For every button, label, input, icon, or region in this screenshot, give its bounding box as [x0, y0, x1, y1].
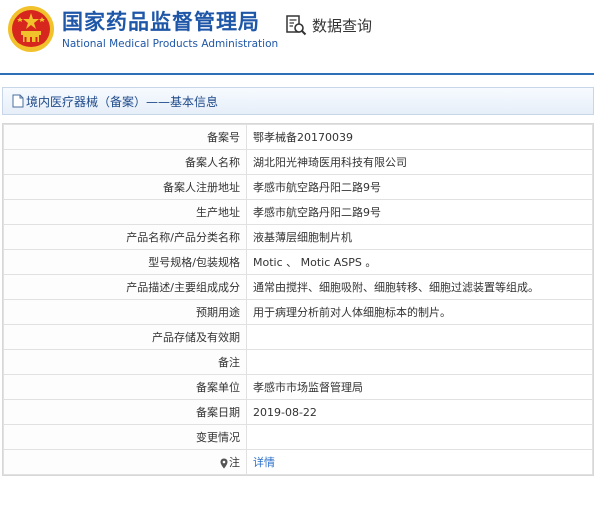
table-row-note: 注 详情 — [3, 449, 593, 475]
table-row: 备案日期 2019-08-22 — [3, 399, 593, 425]
row-label: 备案单位 — [3, 374, 247, 400]
row-label: 备案人名称 — [3, 149, 247, 175]
row-value: 孝感市市场监督管理局 — [246, 374, 593, 400]
row-value: 孝感市航空路丹阳二路9号 — [246, 174, 593, 200]
table-row: 备案号 鄂孝械备20170039 — [3, 124, 593, 150]
row-label: 生产地址 — [3, 199, 247, 225]
row-label: 备案日期 — [3, 399, 247, 425]
row-label: 产品描述/主要组成成分 — [3, 274, 247, 300]
details-link[interactable]: 详情 — [253, 456, 275, 469]
row-value — [246, 324, 593, 350]
document-icon — [12, 94, 24, 108]
row-value — [246, 424, 593, 450]
row-value: 通常由搅拌、细胞吸附、细胞转移、细胞过滤装置等组成。 — [246, 274, 593, 300]
row-value: 2019-08-22 — [246, 399, 593, 425]
site-header: 国家药品监督管理局 National Medical Products Admi… — [0, 0, 594, 64]
row-label: 备注 — [3, 349, 247, 375]
row-value: 鄂孝械备20170039 — [246, 124, 593, 150]
national-emblem-icon — [8, 6, 54, 52]
table-row: 备案人注册地址 孝感市航空路丹阳二路9号 — [3, 174, 593, 200]
table-row: 变更情况 — [3, 424, 593, 450]
note-label-cell: 注 — [3, 449, 247, 475]
table-row: 产品存储及有效期 — [3, 324, 593, 350]
row-value — [246, 349, 593, 375]
table-row: 产品名称/产品分类名称 液基薄层细胞制片机 — [3, 224, 593, 250]
table-row: 备案单位 孝感市市场监督管理局 — [3, 374, 593, 400]
section-header: 境内医疗器械（备案）——基本信息 — [2, 87, 594, 115]
row-label: 型号规格/包装规格 — [3, 249, 247, 275]
table-row: 型号规格/包装规格 Motic 、 Motic ASPS 。 — [3, 249, 593, 275]
table-row: 生产地址 孝感市航空路丹阳二路9号 — [3, 199, 593, 225]
section-title: 境内医疗器械（备案）——基本信息 — [26, 94, 219, 109]
note-label: 注 — [229, 456, 240, 469]
agency-title-cn: 国家药品监督管理局 — [62, 10, 260, 34]
row-value: 液基薄层细胞制片机 — [246, 224, 593, 250]
row-label: 产品名称/产品分类名称 — [3, 224, 247, 250]
data-query-link[interactable]: 数据查询 — [285, 14, 372, 36]
row-value: 用于病理分析前对人体细胞标本的制片。 — [246, 299, 593, 325]
table-row: 备注 — [3, 349, 593, 375]
row-value: Motic 、 Motic ASPS 。 — [246, 249, 593, 275]
row-label: 备案人注册地址 — [3, 174, 247, 200]
row-value: 孝感市航空路丹阳二路9号 — [246, 199, 593, 225]
note-value-cell: 详情 — [246, 449, 593, 475]
info-table: 备案号 鄂孝械备20170039 备案人名称 湖北阳光神琦医用科技有限公司 备案… — [2, 123, 594, 476]
agency-title-en: National Medical Products Administration — [62, 38, 279, 50]
header-divider — [0, 73, 594, 75]
data-query-label: 数据查询 — [312, 16, 373, 35]
row-value: 湖北阳光神琦医用科技有限公司 — [246, 149, 593, 175]
document-search-icon — [286, 15, 307, 36]
row-label: 变更情况 — [3, 424, 247, 450]
row-label: 预期用途 — [3, 299, 247, 325]
table-row: 备案人名称 湖北阳光神琦医用科技有限公司 — [3, 149, 593, 175]
row-label: 备案号 — [3, 124, 247, 150]
location-pin-icon — [220, 458, 228, 468]
table-row: 预期用途 用于病理分析前对人体细胞标本的制片。 — [3, 299, 593, 325]
table-row: 产品描述/主要组成成分 通常由搅拌、细胞吸附、细胞转移、细胞过滤装置等组成。 — [3, 274, 593, 300]
row-label: 产品存储及有效期 — [3, 324, 247, 350]
